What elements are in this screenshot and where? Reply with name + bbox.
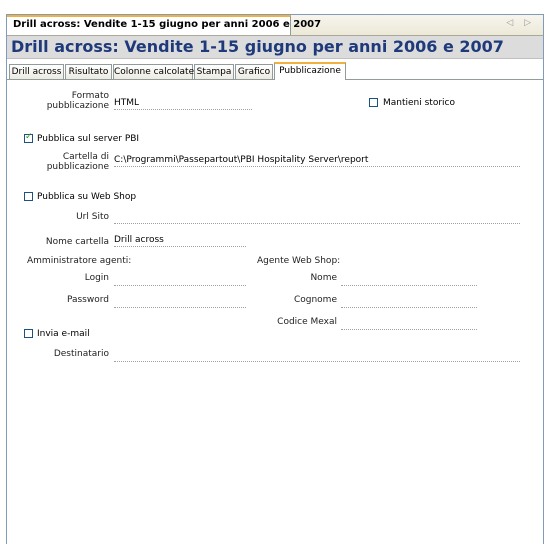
tab-stampa[interactable]: Stampa [194, 64, 234, 79]
tab-colonne-calcolate[interactable]: Colonne calcolate [113, 64, 194, 79]
mantieni-storico-checkbox[interactable] [369, 98, 378, 107]
tab-grafico[interactable]: Grafico [235, 64, 273, 79]
tab-risultato[interactable]: Risultato [65, 64, 112, 79]
invia-email-label: Invia e-mail [37, 329, 90, 339]
amministratore-label: Amministratore agenti: [27, 256, 132, 266]
login-label: Login [84, 273, 109, 283]
nome-cartella-field[interactable]: Drill across [114, 234, 246, 247]
codice-mexal-label: Codice Mexal [277, 317, 337, 327]
nome-label: Nome [310, 273, 337, 283]
nome-field[interactable] [341, 273, 477, 286]
formato-field[interactable]: HTML [114, 97, 252, 110]
document-tab-bar: Drill across: Vendite 1-15 giugno per an… [7, 15, 543, 36]
destinatario-label: Destinatario [53, 349, 109, 359]
cartella-field[interactable]: C:\Programmi\Passepartout\PBI Hospitalit… [114, 154, 520, 167]
formato-label: Formato pubblicazione [46, 91, 109, 111]
document-window: Drill across: Vendite 1-15 giugno per an… [6, 14, 544, 544]
pubblica-webshop-label: Pubblica su Web Shop [37, 192, 137, 202]
url-label: Url Sito [76, 212, 109, 222]
page-title: Drill across: Vendite 1-15 giugno per an… [11, 37, 504, 56]
pubblica-server-checkbox[interactable] [24, 132, 33, 143]
tab-scroll-arrows-icon[interactable]: ◁ ▷ [506, 18, 535, 28]
destinatario-field[interactable] [114, 349, 520, 362]
tab-pubblicazione[interactable]: Pubblicazione [274, 62, 346, 80]
title-bar: Drill across: Vendite 1-15 giugno per an… [7, 36, 543, 59]
codice-mexal-field[interactable] [341, 317, 477, 330]
url-field[interactable] [114, 211, 520, 224]
cognome-label: Cognome [293, 295, 337, 305]
password-field[interactable] [114, 295, 246, 308]
agente-label: Agente Web Shop: [257, 256, 341, 266]
nome-cartella-label: Nome cartella [45, 237, 109, 247]
password-label: Password [66, 295, 109, 305]
document-tab[interactable]: Drill across: Vendite 1-15 giugno per an… [7, 15, 321, 35]
pubblica-webshop-checkbox[interactable] [24, 192, 33, 201]
invia-email-checkbox[interactable] [24, 329, 33, 338]
pubblica-server-label: Pubblica sul server PBI [37, 134, 140, 144]
cartella-label: Cartella di pubblicazione [46, 152, 109, 172]
tab-drill-across[interactable]: Drill across [9, 64, 64, 79]
login-field[interactable] [114, 273, 246, 286]
cognome-field[interactable] [341, 295, 477, 308]
mantieni-storico-label: Mantieni storico [383, 98, 455, 108]
